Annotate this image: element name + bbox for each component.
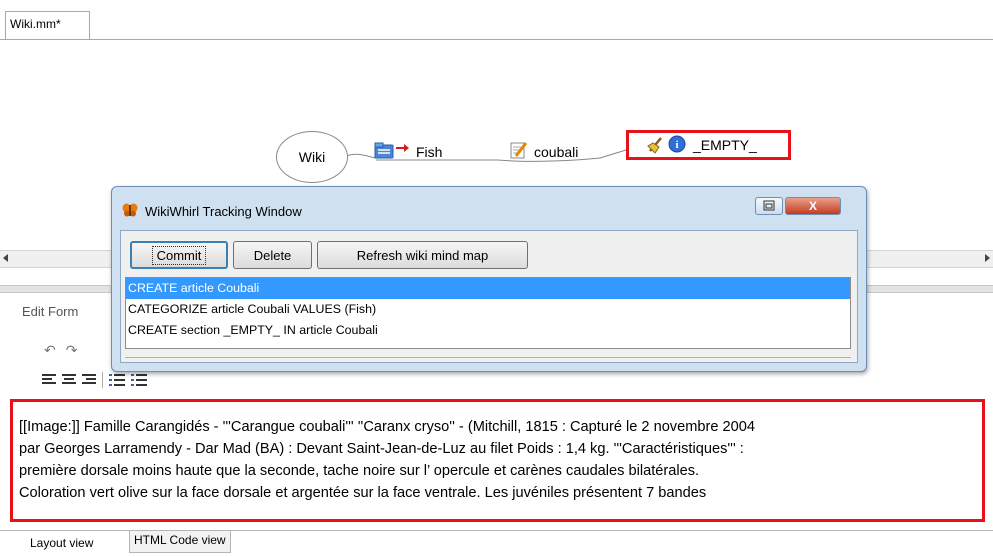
delete-label: Delete: [253, 247, 292, 263]
bullet-list-icon[interactable]: [109, 373, 125, 387]
refresh-wiki-mind-map-button[interactable]: Refresh wiki mind map: [317, 241, 528, 269]
dialog-title: WikiWhirl Tracking Window: [145, 204, 302, 219]
scroll-left-icon[interactable]: [3, 254, 8, 262]
tab-html-code-view[interactable]: HTML Code view: [129, 531, 231, 553]
mindmap-node-fish[interactable]: Fish: [374, 141, 442, 162]
butterfly-icon: [122, 203, 138, 220]
scroll-right-icon[interactable]: [985, 254, 990, 262]
node-label-fish: Fish: [416, 143, 443, 160]
mindmap-node-coubali[interactable]: coubali: [510, 141, 578, 162]
commit-button[interactable]: Commit: [130, 241, 228, 269]
undo-icon[interactable]: ↶: [44, 342, 66, 358]
tab-wiki-mm[interactable]: Wiki.mm*: [5, 11, 90, 40]
svg-text:i: i: [675, 139, 678, 151]
mindmap-node-empty-highlighted[interactable]: i _EMPTY_: [626, 130, 791, 160]
commit-label: Commit: [151, 245, 207, 265]
document-tab-bar: Wiki.mm*: [0, 0, 993, 40]
close-button[interactable]: X: [785, 197, 841, 215]
redo-icon[interactable]: ↷: [66, 342, 88, 358]
list-item[interactable]: CREATE section _EMPTY_ IN article Coubal…: [126, 320, 850, 341]
tracking-window: WikiWhirl Tracking Window X Commit Delet…: [111, 186, 867, 372]
align-left-icon[interactable]: [42, 374, 56, 386]
mindmap-root-node[interactable]: Wiki: [276, 131, 348, 183]
undo-redo-toolbar: ↶↷: [44, 342, 87, 359]
restore-button[interactable]: [755, 197, 783, 215]
editor-view-tabs: Layout view HTML Code view: [0, 530, 993, 557]
align-center-icon[interactable]: [62, 374, 76, 386]
editor-menubar[interactable]: Edit Form: [22, 304, 78, 319]
list-item[interactable]: CATEGORIZE article Coubali VALUES (Fish): [126, 299, 850, 320]
operations-list[interactable]: CREATE article Coubali CATEGORIZE articl…: [125, 277, 851, 349]
delete-button[interactable]: Delete: [233, 241, 312, 269]
broom-info-icon: i: [647, 134, 687, 157]
note-text-line: Coloration vert olive sur la face dorsal…: [19, 485, 707, 501]
list-resize-grip[interactable]: [125, 353, 851, 358]
node-label-empty: _EMPTY_: [693, 137, 757, 153]
dialog-title-bar[interactable]: WikiWhirl Tracking Window: [122, 203, 302, 220]
note-text-line: par Georges Larramendy - Dar Mad (BA) : …: [19, 441, 744, 457]
refresh-label: Refresh wiki mind map: [356, 247, 489, 263]
numbered-list-icon[interactable]: [131, 373, 147, 387]
align-right-icon[interactable]: [82, 374, 96, 386]
format-toolbar: [42, 372, 147, 388]
node-label-coubali: coubali: [534, 143, 579, 160]
note-text-line: première dorsale moins haute que la seco…: [19, 463, 700, 479]
folder-arrow-icon: [374, 141, 410, 162]
edit-note-icon: [510, 141, 528, 162]
toolbar-separator: [102, 372, 103, 388]
root-node-label: Wiki: [298, 149, 326, 165]
restore-icon: [763, 199, 775, 214]
note-text-line: [[Image:]] Famille Carangidés - '''Caran…: [19, 419, 755, 435]
tab-layout-view[interactable]: Layout view: [26, 531, 97, 553]
dialog-body: Commit Delete Refresh wiki mind map CREA…: [120, 230, 858, 363]
note-text-area-highlighted[interactable]: [[Image:]] Famille Carangidés - '''Caran…: [10, 399, 985, 522]
close-icon: X: [808, 199, 817, 213]
list-item[interactable]: CREATE article Coubali: [126, 278, 850, 299]
